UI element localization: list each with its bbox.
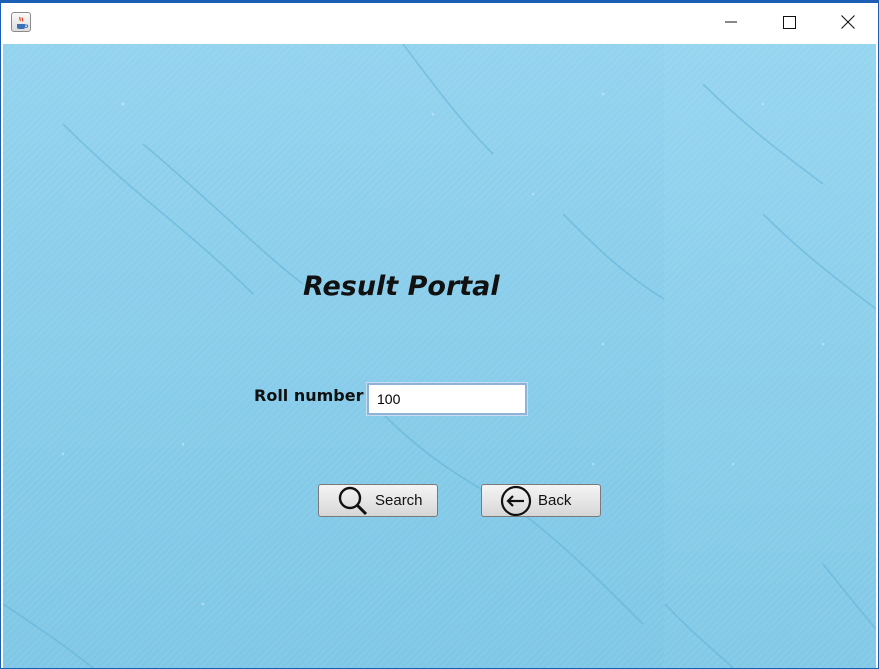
page-title: Result Portal	[303, 271, 500, 302]
magnifier-icon	[338, 486, 368, 515]
minimize-icon	[725, 21, 737, 23]
content-panel: Result Portal Roll number Search Back	[3, 44, 876, 668]
maximize-button[interactable]	[760, 3, 818, 41]
close-button[interactable]	[819, 3, 877, 41]
java-coffee-icon[interactable]	[11, 12, 31, 32]
close-icon	[841, 15, 855, 29]
back-button-label: Back	[538, 492, 572, 509]
minimize-button[interactable]	[702, 3, 760, 41]
maximize-icon	[782, 15, 796, 29]
search-button[interactable]: Search	[318, 484, 438, 517]
app-window: Result Portal Roll number Search Back	[0, 0, 879, 669]
back-arrow-circle-icon	[500, 485, 532, 516]
roll-number-label: Roll number	[254, 386, 364, 405]
search-button-label: Search	[375, 492, 423, 509]
back-button[interactable]: Back	[481, 484, 601, 517]
roll-number-input[interactable]	[366, 382, 528, 416]
background-texture	[3, 44, 876, 668]
title-bar[interactable]	[1, 3, 878, 41]
